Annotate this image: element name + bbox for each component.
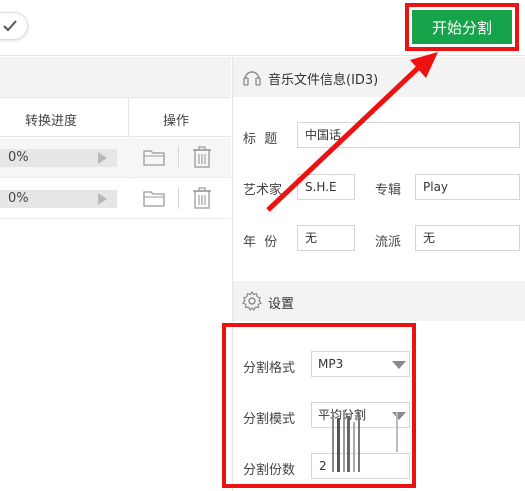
annotation-arrow (266, 52, 438, 212)
